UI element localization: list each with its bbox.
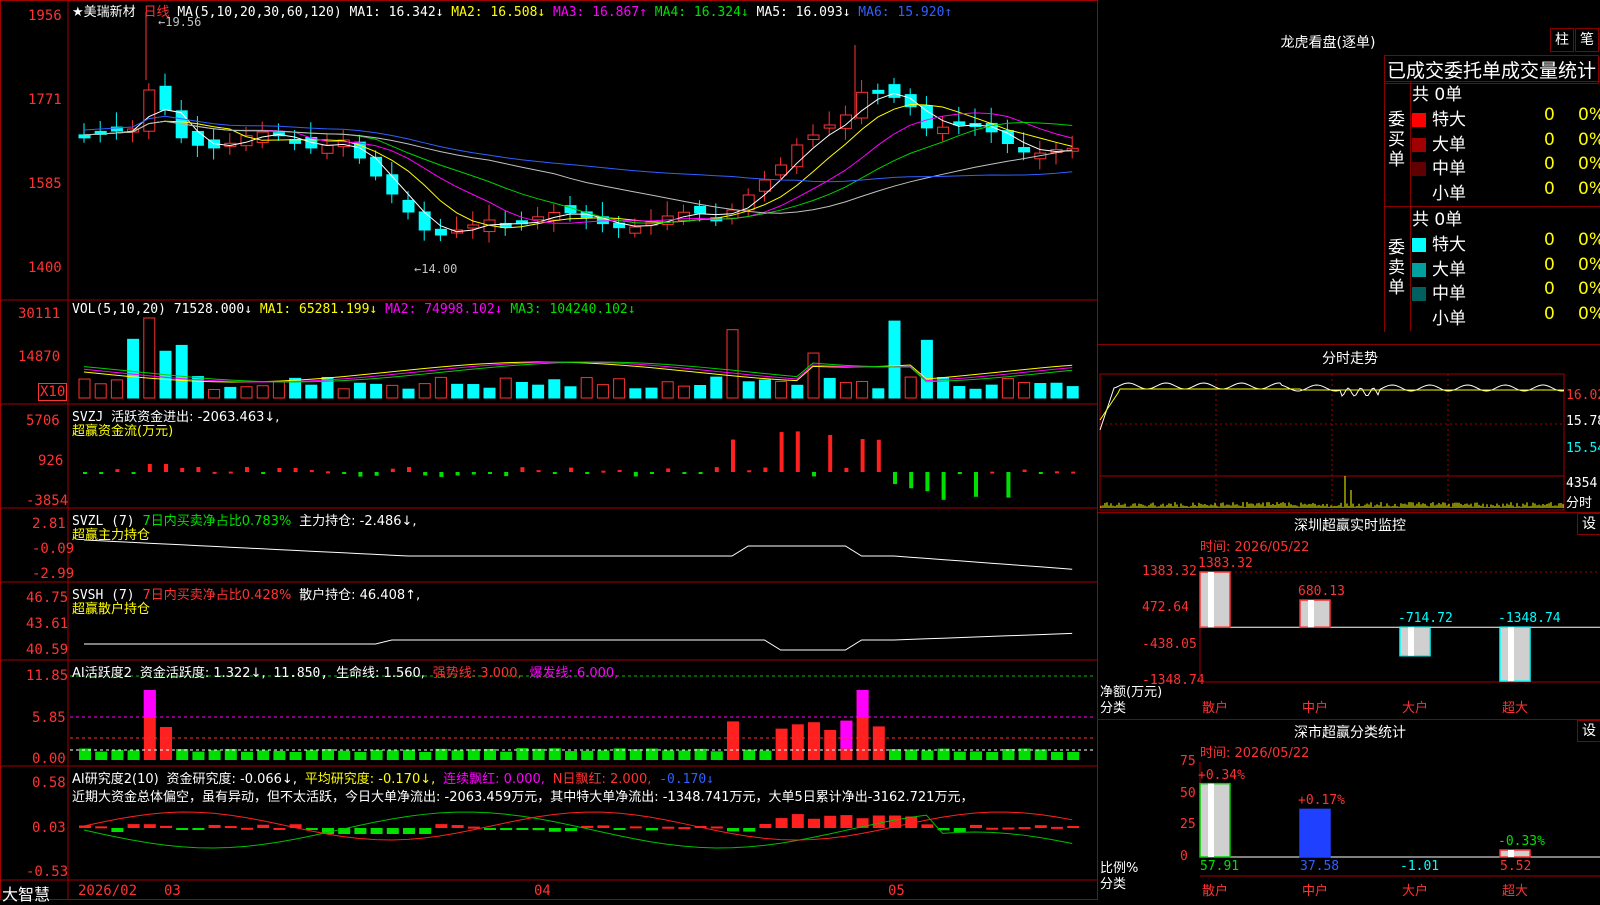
- classify-bar: [1500, 850, 1530, 857]
- classify-pct-label: -0.33%: [1498, 834, 1545, 849]
- classify-category: 散户: [1202, 880, 1228, 899]
- classify-chart: [0, 0, 1600, 900]
- classify-value-label: -1.01: [1400, 859, 1439, 874]
- classify-value-label: 37.58: [1300, 859, 1339, 874]
- classify-pct-label: +0.34%: [1198, 768, 1245, 783]
- classify-bar: [1200, 784, 1230, 857]
- classify-value-label: 57.91: [1200, 859, 1239, 874]
- classify-bar: [1300, 809, 1330, 857]
- classify-category: 超大: [1502, 880, 1528, 899]
- classify-category: 中户: [1302, 880, 1328, 899]
- classify-category: 大户: [1402, 880, 1428, 899]
- classify-pct-label: +0.17%: [1298, 793, 1345, 808]
- classify-value-label: 5.52: [1500, 859, 1531, 874]
- classify-bar-highlight: [1508, 850, 1514, 857]
- classify-bar-highlight: [1208, 784, 1214, 857]
